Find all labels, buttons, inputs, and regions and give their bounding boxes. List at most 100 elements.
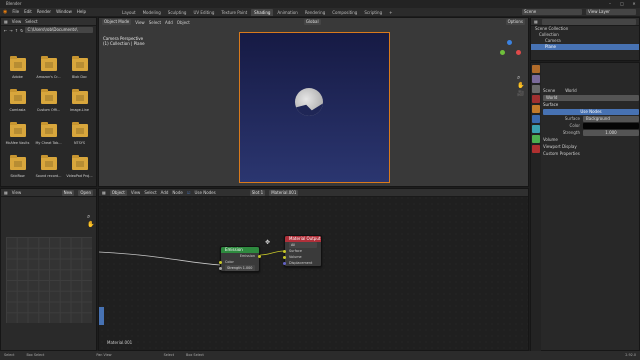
tab-layout[interactable]: Layout [119, 9, 139, 16]
top-menu-bar: ◉ File Edit Render Window Help Layout Mo… [0, 8, 640, 16]
menu-render[interactable]: Render [37, 8, 51, 16]
tab-scripting[interactable]: Scripting [361, 9, 385, 16]
input-socket-icon[interactable] [219, 266, 222, 270]
file-item[interactable]: My Cheat Tab... [33, 122, 64, 145]
world-name-field[interactable]: World [543, 94, 639, 101]
editor-type-icon[interactable]: ▦ [4, 190, 8, 195]
custom-properties-section-header[interactable]: Custom Properties [543, 150, 639, 157]
view-layer-field[interactable]: View Layer [586, 9, 636, 15]
image-view-menu[interactable]: View [12, 190, 22, 195]
tab-uv-editing[interactable]: UV Editing [190, 9, 217, 16]
scene-field[interactable]: Scene [522, 9, 582, 15]
window-controls: – □ ✕ [604, 0, 640, 8]
world-selector: World [543, 94, 639, 101]
use-nodes-button[interactable]: Use Nodes [543, 108, 639, 115]
viewport-menu-object[interactable]: Object [177, 20, 190, 25]
surface-section-header[interactable]: Surface [543, 101, 639, 108]
z-axis-icon[interactable] [507, 40, 512, 45]
outliner-item-plane[interactable]: Plane [531, 44, 639, 50]
constraint-tab-icon[interactable] [532, 135, 540, 143]
tab-rendering[interactable]: Rendering [302, 9, 328, 16]
tab-animation[interactable]: Animation [274, 9, 300, 16]
maximize-icon[interactable]: □ [616, 0, 628, 8]
tab-texture-paint[interactable]: Texture Paint [218, 9, 250, 16]
parent-dir-icon[interactable]: ↑ [15, 28, 18, 33]
menu-window[interactable]: Window [56, 8, 72, 16]
tab-shading[interactable]: Shading [251, 8, 274, 16]
outliner-header: ▦ [531, 18, 639, 26]
mode-selector[interactable]: Object Mode [102, 19, 132, 25]
file-item[interactable]: SkidRow [2, 155, 33, 178]
navigation-gizmo[interactable] [497, 40, 523, 66]
editor-type-icon[interactable]: ▦ [4, 19, 8, 24]
output-socket-icon[interactable] [258, 254, 261, 258]
options-button[interactable]: Options [505, 19, 525, 25]
file-item[interactable]: Camtasia [2, 89, 33, 112]
emission-node[interactable]: Emission Emission Color Strength 1.000 [219, 246, 261, 272]
file-item[interactable]: Image-Line [64, 89, 95, 112]
sidebar-toggle[interactable] [99, 307, 104, 325]
material-tab-icon[interactable] [532, 145, 540, 153]
minimize-icon[interactable]: – [604, 0, 616, 8]
y-axis-icon[interactable] [500, 50, 505, 55]
input-socket-icon[interactable] [283, 261, 286, 265]
file-select-menu[interactable]: Select [25, 19, 37, 24]
input-socket-icon[interactable] [219, 260, 222, 264]
new-image-button[interactable]: New [61, 189, 75, 196]
file-view-menu[interactable]: View [12, 19, 22, 24]
moon-plane[interactable] [295, 88, 323, 116]
viewport-menu-select[interactable]: Select [149, 20, 161, 25]
tool-tab-icon[interactable] [532, 65, 540, 73]
physics-tab-icon[interactable] [532, 125, 540, 133]
world-tab-icon[interactable] [532, 95, 540, 103]
strength-field[interactable]: 1.000 [583, 129, 639, 136]
camera-view-icon[interactable]: 🎥 [517, 90, 524, 97]
menu-file[interactable]: File [12, 8, 19, 16]
file-item[interactable]: Adobe [2, 56, 33, 79]
editor-type-icon[interactable]: ▦ [534, 19, 538, 24]
viewport-display-section-header[interactable]: Viewport Display [543, 143, 639, 150]
input-socket-icon[interactable] [283, 255, 286, 259]
close-icon[interactable]: ✕ [628, 0, 640, 8]
output-tab-icon[interactable] [532, 85, 540, 93]
file-item[interactable]: McAfee Vaults [2, 122, 33, 145]
tab-compositing[interactable]: Compositing [329, 9, 360, 16]
object-tab-icon[interactable] [532, 105, 540, 113]
hand-icon[interactable]: ✋ [87, 221, 94, 228]
viewport-menu-add[interactable]: Add [165, 20, 173, 25]
surface-field[interactable]: Background [583, 115, 639, 122]
file-item[interactable]: Blok Doc [64, 56, 95, 79]
zoom-icon[interactable]: ⌕ [517, 74, 520, 82]
back-icon[interactable]: ← [4, 28, 7, 33]
menu-help[interactable]: Help [77, 8, 86, 16]
tab-modeling[interactable]: Modeling [140, 9, 164, 16]
tab-sculpting[interactable]: Sculpting [165, 9, 190, 16]
file-item[interactable]: NTSYS [64, 122, 95, 145]
color-swatch[interactable] [583, 122, 639, 129]
hand-icon[interactable]: ✋ [517, 82, 524, 89]
file-item[interactable]: Sound record... [33, 155, 64, 178]
path-field[interactable]: C:\Users\rob\Documents\ [25, 27, 93, 33]
material-output-node[interactable]: Material Output All Surface Volume Displ… [283, 235, 322, 267]
file-item[interactable]: Custom Offi... [33, 89, 64, 112]
render-tab-icon[interactable] [532, 75, 540, 83]
x-axis-icon[interactable] [516, 50, 521, 55]
add-workspace-icon[interactable]: + [386, 9, 395, 16]
blender-logo-icon[interactable]: ◉ [3, 9, 7, 15]
open-image-button[interactable]: Open [78, 189, 93, 196]
outliner-search[interactable] [541, 18, 636, 25]
refresh-icon[interactable]: ↻ [20, 28, 23, 33]
modifier-tab-icon[interactable] [532, 115, 540, 123]
file-item[interactable]: VideoPad Proj... [64, 155, 95, 178]
node-editor[interactable]: ▦ Object View Select Add Node ☑ Use Node… [98, 188, 529, 351]
viewport-menu-view[interactable]: View [135, 20, 145, 25]
folder-icon [40, 122, 57, 137]
forward-icon[interactable]: → [9, 28, 12, 33]
transform-orientation[interactable]: Global [303, 19, 321, 25]
zoom-icon[interactable]: ⌕ [87, 213, 90, 221]
menu-edit[interactable]: Edit [24, 8, 32, 16]
input-socket-icon[interactable] [283, 249, 286, 253]
file-item[interactable]: Amazon's Cr... [33, 56, 64, 79]
volume-section-header[interactable]: Volume [543, 136, 639, 143]
3d-viewport[interactable]: Object Mode View Select Add Object Globa… [98, 17, 529, 187]
